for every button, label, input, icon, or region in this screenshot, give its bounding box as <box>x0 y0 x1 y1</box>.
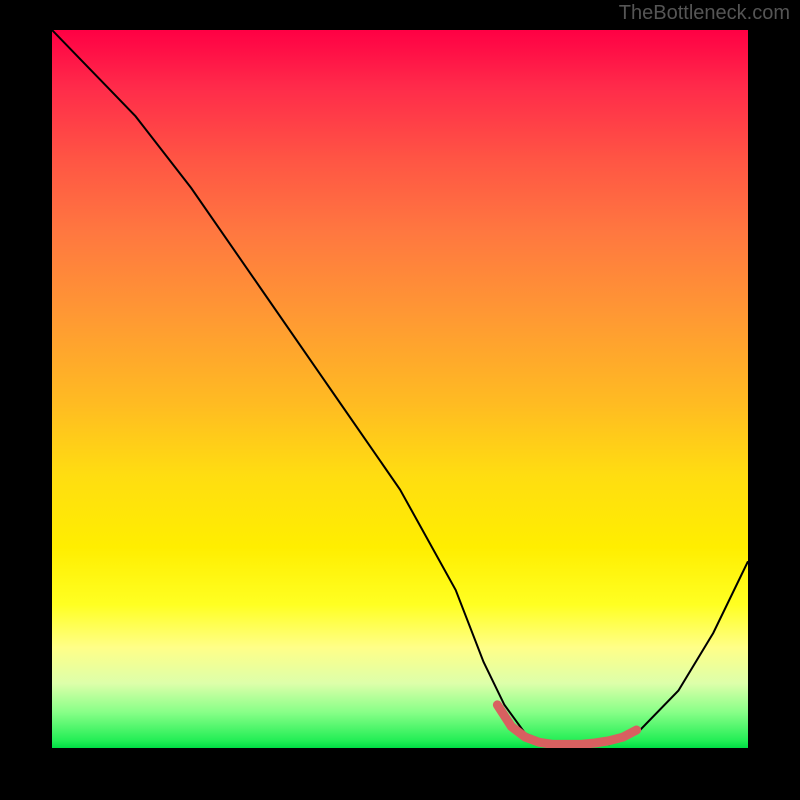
watermark-text: TheBottleneck.com <box>619 2 790 25</box>
bottleneck-curve-path <box>52 30 748 744</box>
chart-plot-area <box>52 30 748 748</box>
chart-svg <box>52 30 748 748</box>
